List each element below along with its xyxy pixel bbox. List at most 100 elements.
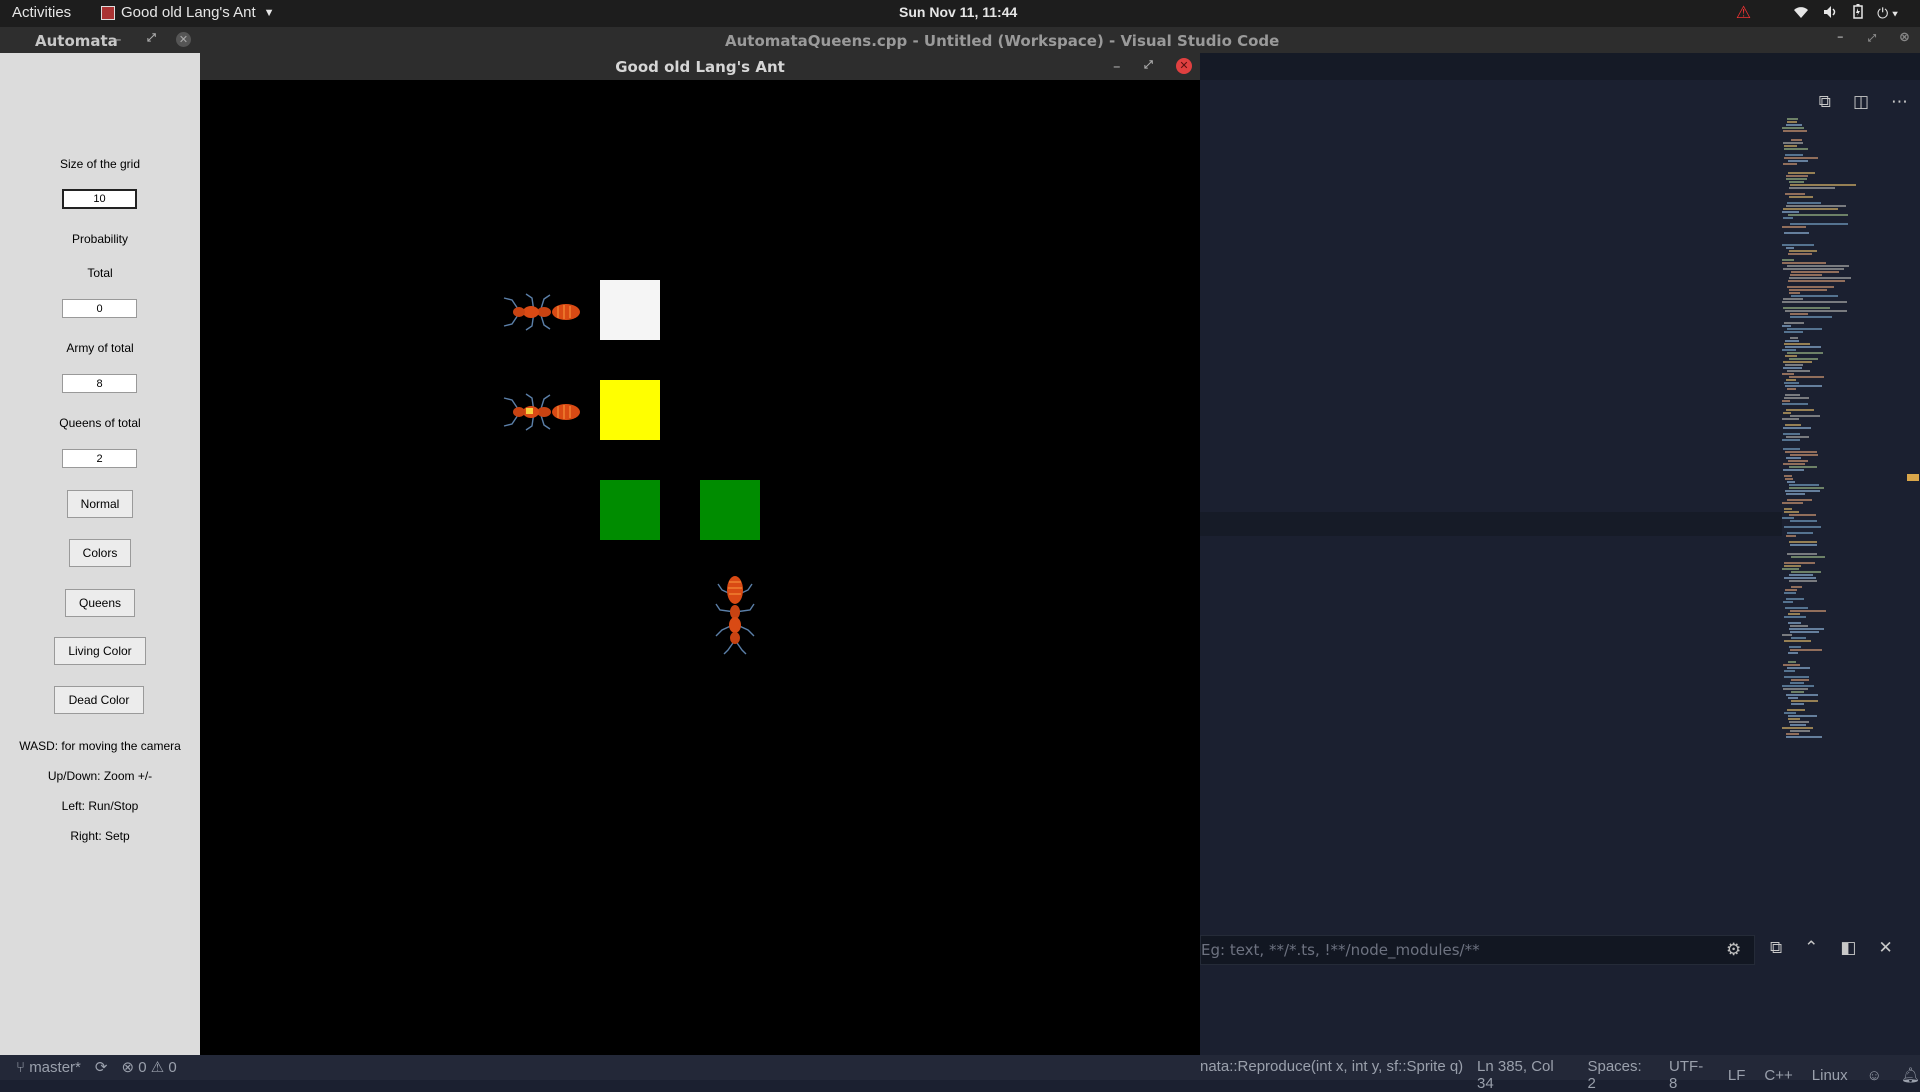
minimap-line xyxy=(1783,448,1800,450)
minimap-line xyxy=(1782,568,1799,570)
ant-sprite xyxy=(503,293,580,331)
minimap-line xyxy=(1790,313,1808,315)
minimap-line xyxy=(1787,553,1817,555)
minimap-line xyxy=(1784,157,1818,159)
minimap-line xyxy=(1784,577,1816,579)
minimap-line xyxy=(1791,586,1802,588)
minimap[interactable] xyxy=(1782,118,1882,738)
normal-button[interactable]: Normal xyxy=(67,490,133,518)
minimap-line xyxy=(1791,295,1838,297)
minimap-line xyxy=(1790,625,1808,627)
ant-window-title-bar: Good old Lang's Ant – ⤢ ✕ xyxy=(200,53,1200,80)
minimize-icon[interactable]: – xyxy=(1113,57,1121,75)
panel-actions: ⧉ ⌃ ◧ ✕ xyxy=(1770,938,1893,958)
minimap-line xyxy=(1782,400,1790,402)
system-tray[interactable]: ⚠ ⏻ ▾ xyxy=(1736,3,1898,23)
close-icon[interactable]: ✕ xyxy=(1176,58,1192,74)
git-branch[interactable]: ⑂ master* xyxy=(16,1059,81,1076)
minimap-line xyxy=(1782,418,1799,420)
split-editor-icon[interactable]: ◫ xyxy=(1853,92,1869,112)
indentation[interactable]: Spaces: 2 xyxy=(1587,1058,1650,1092)
current-function[interactable]: nata::Reproduce(int x, int y, sf::Sprite… xyxy=(1200,1058,1463,1075)
language-mode[interactable]: C++ xyxy=(1764,1067,1792,1084)
minimap-line xyxy=(1785,364,1803,366)
queens-button[interactable]: Queens xyxy=(65,589,135,617)
chevron-up-icon[interactable]: ⌃ xyxy=(1804,938,1818,958)
minimap-line xyxy=(1788,280,1845,282)
minimap-line xyxy=(1789,289,1827,291)
simulation-canvas[interactable] xyxy=(200,80,1200,1055)
vscode-window-title: AutomataQueens.cpp - Untitled (Workspace… xyxy=(725,32,1280,50)
line-ending[interactable]: LF xyxy=(1728,1067,1746,1084)
code-editor[interactable]: ⧉ ◫ ⋯ xyxy=(1200,80,1920,1060)
minimap-line xyxy=(1789,466,1817,468)
help-step: Right: Setp xyxy=(70,829,130,843)
minimap-line xyxy=(1789,358,1818,360)
app-menu-label: Good old Lang's Ant xyxy=(121,4,256,21)
minimap-line xyxy=(1790,544,1817,546)
minimap-line xyxy=(1788,460,1808,462)
cursor-position[interactable]: Ln 385, Col 34 xyxy=(1477,1058,1568,1092)
open-changes-icon[interactable]: ⧉ xyxy=(1819,92,1831,112)
power-menu-icon: ⏻ ▾ xyxy=(1877,4,1898,21)
platform[interactable]: Linux xyxy=(1812,1067,1848,1084)
sync-icon[interactable]: ⟳ xyxy=(95,1058,108,1076)
more-actions-icon[interactable]: ⋯ xyxy=(1891,92,1908,112)
minimize-icon[interactable]: – xyxy=(1837,30,1844,45)
queens-input[interactable] xyxy=(62,449,137,468)
editor-tab-bar xyxy=(1200,53,1920,80)
notifications-icon[interactable]: 🔔︎ xyxy=(1901,1066,1920,1084)
minimap-line xyxy=(1787,286,1834,288)
battery-icon xyxy=(1853,4,1863,22)
minimap-line xyxy=(1785,355,1797,357)
minimap-line xyxy=(1787,667,1810,669)
activities-button[interactable]: Activities xyxy=(12,4,71,21)
minimap-line xyxy=(1786,409,1814,411)
minimap-line xyxy=(1785,424,1801,426)
search-input[interactable]: Eg: text, **/*.ts, !**/node_modules/** xyxy=(1200,935,1755,965)
minimap-line xyxy=(1784,592,1796,594)
maximize-icon[interactable]: ⤢ xyxy=(1144,58,1153,72)
feedback-icon[interactable]: ☺ xyxy=(1867,1067,1882,1084)
gear-icon[interactable]: ⚙ xyxy=(1726,940,1741,960)
minimap-line xyxy=(1782,517,1794,519)
minimap-line xyxy=(1787,202,1821,204)
minimap-line xyxy=(1787,499,1812,501)
toggle-panel-icon[interactable]: ◧ xyxy=(1840,938,1856,958)
colors-button[interactable]: Colors xyxy=(69,539,131,567)
minimap-line xyxy=(1790,610,1826,612)
grid-size-input[interactable] xyxy=(62,189,137,209)
close-icon[interactable]: ✕ xyxy=(176,32,191,47)
minimap-line xyxy=(1782,127,1804,129)
minimap-line xyxy=(1784,232,1809,234)
minimap-line xyxy=(1787,118,1798,120)
minimap-line xyxy=(1783,208,1838,210)
total-input[interactable] xyxy=(62,299,137,318)
minimize-icon[interactable]: – xyxy=(114,30,122,48)
warning-icon: ⚠ xyxy=(150,1059,165,1076)
restore-panel-icon[interactable]: ⧉ xyxy=(1770,938,1782,958)
minimap-line xyxy=(1791,637,1806,639)
encoding[interactable]: UTF-8 xyxy=(1669,1058,1709,1092)
army-input[interactable] xyxy=(62,374,137,393)
minimap-line xyxy=(1784,670,1795,672)
minimap-line xyxy=(1784,145,1797,147)
app-menu[interactable]: Good old Lang's Ant ▼ xyxy=(101,4,275,21)
minimap-line xyxy=(1784,511,1799,513)
living-color-button[interactable]: Living Color xyxy=(54,637,146,665)
minimap-line xyxy=(1786,124,1802,126)
minimap-line xyxy=(1786,598,1804,600)
close-icon[interactable]: ✕ xyxy=(1878,938,1892,958)
problems-indicator[interactable]: ⊗ 0 ⚠ 0 xyxy=(121,1058,176,1076)
minimap-line xyxy=(1789,181,1804,183)
clock[interactable]: Sun Nov 11, 11:44 xyxy=(899,4,1017,20)
queen-ant-sprite xyxy=(503,393,580,431)
error-count: 0 xyxy=(138,1059,147,1076)
close-icon[interactable]: ⊗ xyxy=(1899,30,1910,45)
warning-icon[interactable]: ⚠ xyxy=(1736,3,1751,23)
minimap-line xyxy=(1782,244,1814,246)
dead-color-button[interactable]: Dead Color xyxy=(54,686,144,714)
minimap-line xyxy=(1784,562,1815,564)
maximize-icon[interactable]: ⤢ xyxy=(1868,33,1876,44)
maximize-icon[interactable]: ⤢ xyxy=(147,31,156,45)
